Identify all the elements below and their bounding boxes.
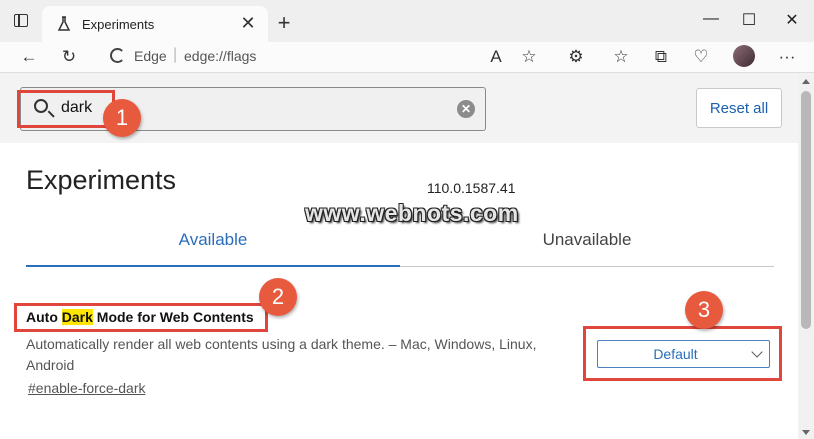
browser-tab[interactable]: Experiments ✕ <box>42 6 268 42</box>
browser-essentials-icon[interactable]: ♡ <box>690 46 712 68</box>
flask-icon <box>57 16 71 31</box>
annotation-box-flag <box>14 303 268 332</box>
annotation-box-search <box>17 90 115 128</box>
vertical-scrollbar[interactable] <box>798 73 814 439</box>
close-window-button[interactable]: ✕ <box>777 10 807 30</box>
read-aloud-icon[interactable]: A <box>485 46 507 68</box>
back-icon[interactable]: ← <box>18 46 40 68</box>
address-separator: | <box>173 46 178 63</box>
maximize-button[interactable]: ☐ <box>734 10 764 30</box>
tab-close-icon[interactable]: ✕ <box>238 13 258 34</box>
annotation-badge-3: 3 <box>685 291 723 329</box>
version-label: 110.0.1587.41 <box>427 180 516 196</box>
add-favorite-icon[interactable]: ☆ <box>518 46 540 68</box>
tab-available[interactable]: Available <box>26 227 400 267</box>
scroll-thumb[interactable] <box>801 91 811 329</box>
reset-all-button[interactable]: Reset all <box>696 88 782 128</box>
flag-description: Automatically render all web contents us… <box>26 336 537 373</box>
minimize-button[interactable]: — <box>696 10 726 28</box>
refresh-icon[interactable]: ↻ <box>58 46 80 68</box>
tab-unavailable[interactable]: Unavailable <box>400 227 774 267</box>
annotation-badge-2: 2 <box>259 278 297 316</box>
flags-page: dark ✕ Reset all Experiments 110.0.1587.… <box>0 73 798 439</box>
clear-search-icon[interactable]: ✕ <box>457 100 475 118</box>
tab-title: Experiments <box>82 17 155 32</box>
favorites-icon[interactable]: ☆ <box>610 46 632 68</box>
collections-icon[interactable]: ⧉ <box>650 46 672 68</box>
page-title: Experiments <box>26 165 177 195</box>
sidebar-toggle-icon[interactable] <box>14 14 28 27</box>
new-tab-button[interactable]: + <box>272 10 296 36</box>
scroll-down-icon[interactable] <box>802 430 810 435</box>
address-url[interactable]: edge://flags <box>184 48 256 64</box>
extensions-icon[interactable]: ⚙ <box>565 46 587 68</box>
address-brand: Edge <box>134 48 167 64</box>
title-bar: Experiments ✕ + — ☐ ✕ <box>0 0 814 42</box>
annotation-box-select <box>583 326 782 381</box>
scroll-up-icon[interactable] <box>802 79 810 84</box>
flag-anchor-link[interactable]: #enable-force-dark <box>28 380 146 396</box>
more-icon[interactable]: ··· <box>776 46 798 68</box>
annotation-badge-1: 1 <box>103 99 141 137</box>
watermark: www.webnots.com <box>305 200 519 226</box>
browser-toolbar: ← ↻ Edge | edge://flags A ☆ ⚙ ☆ ⧉ ♡ ··· <box>0 42 814 73</box>
profile-avatar[interactable] <box>733 45 755 67</box>
edge-logo-icon <box>110 48 125 63</box>
